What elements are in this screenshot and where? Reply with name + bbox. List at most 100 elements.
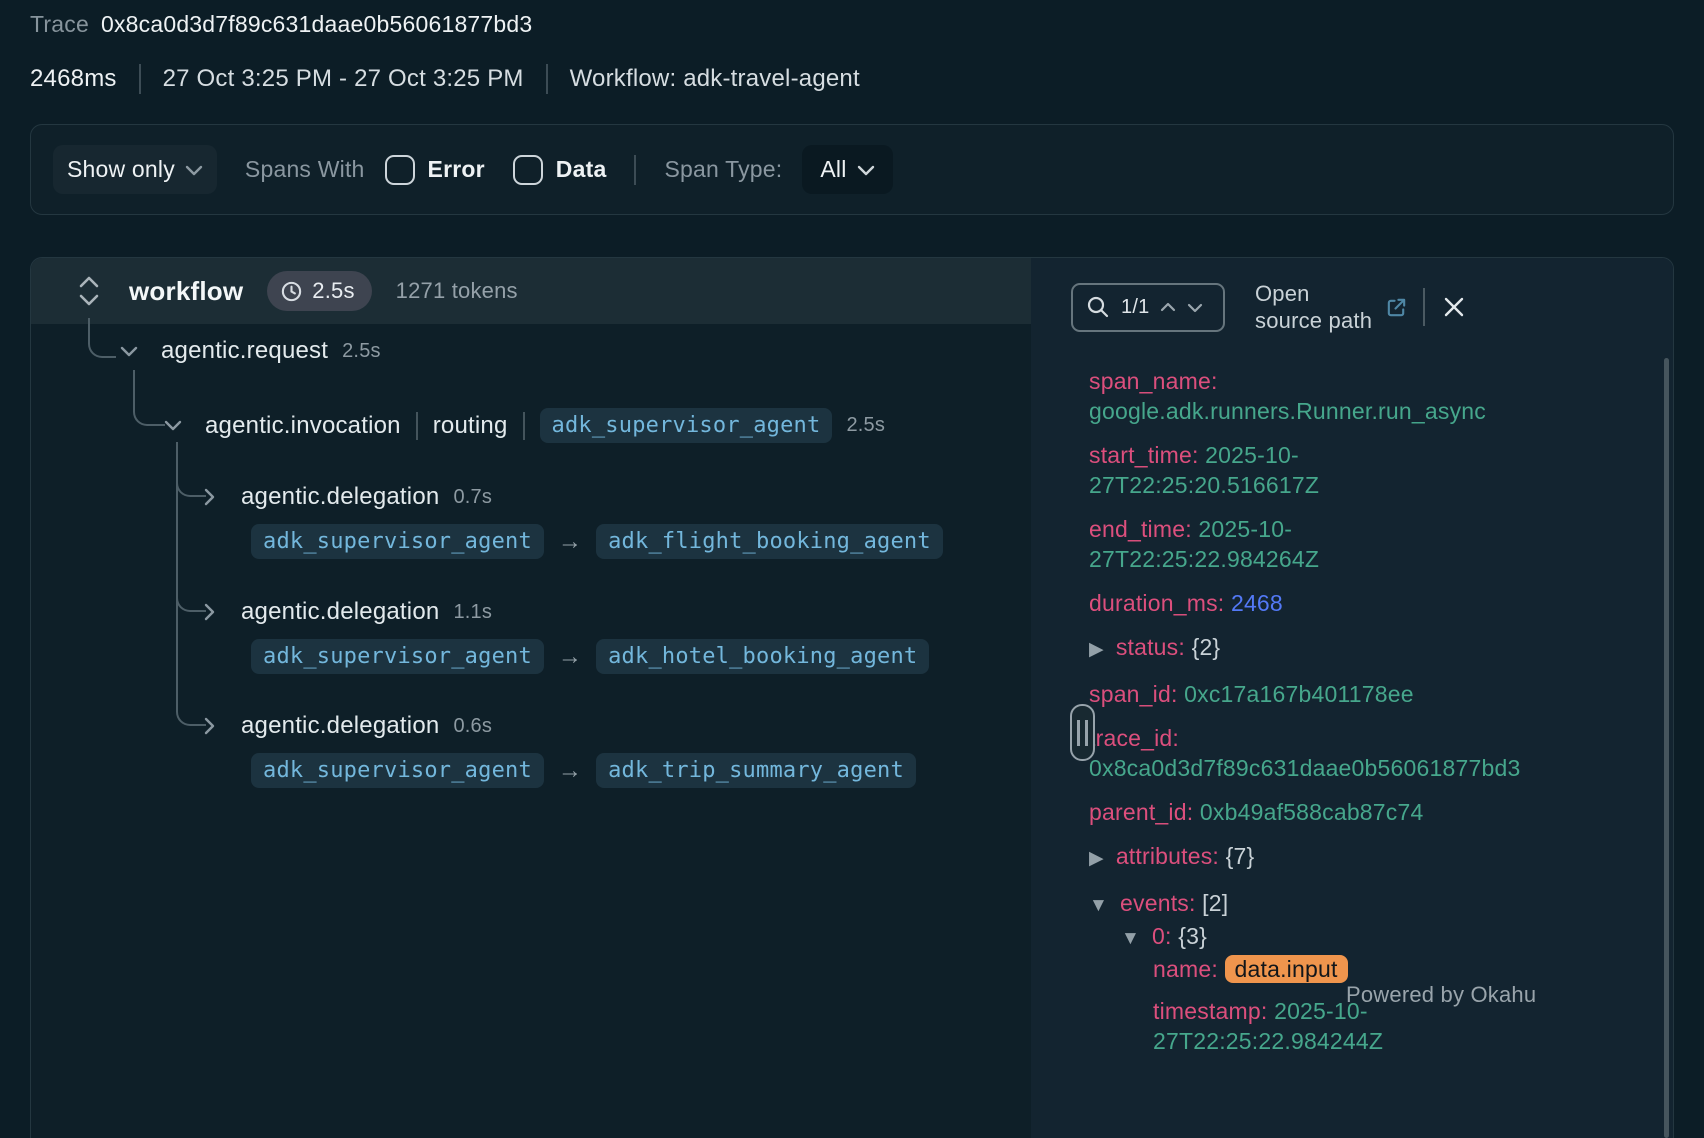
- attr-value: 0xc17a167b401178ee: [1184, 681, 1414, 707]
- span-tag: routing: [433, 412, 508, 440]
- data-checkbox-label[interactable]: Data: [556, 156, 607, 183]
- trace-meta: 2468ms 27 Oct 3:25 PM - 27 Oct 3:25 PM W…: [30, 64, 860, 94]
- attr-key: attributes:: [1116, 843, 1219, 869]
- chevron-right-icon[interactable]: [203, 487, 216, 507]
- chevron-down-icon: [857, 164, 875, 176]
- clock-icon: [280, 280, 303, 303]
- trace-viewer-page: Trace 0x8ca0d3d7f89c631daae0b56061877bd3…: [0, 0, 1704, 1138]
- span-tree-pane: workflow 2.5s 1271 tokens: [31, 258, 1031, 1138]
- attr-value: [2]: [1202, 890, 1228, 916]
- chevron-down-icon[interactable]: [1187, 302, 1203, 313]
- trace-id-value: 0x8ca0d3d7f89c631daae0b56061877bd3: [101, 11, 532, 38]
- chevron-right-icon[interactable]: [203, 602, 216, 622]
- workflow-title: workflow: [129, 276, 243, 307]
- agent-badge[interactable]: adk_supervisor_agent: [251, 753, 544, 788]
- agent-badge[interactable]: adk_flight_booking_agent: [596, 524, 943, 559]
- open-source-path-label[interactable]: Open source path: [1255, 280, 1377, 334]
- arrow-right-icon: →: [558, 643, 582, 671]
- span-row-agentic-invocation[interactable]: agentic.invocation routing adk_superviso…: [163, 408, 885, 443]
- chevron-down-icon: [185, 164, 203, 176]
- attr-value: 0x8ca0d3d7f89c631daae0b56061877bd3: [1089, 755, 1520, 781]
- attr-event-0: ▼ 0: {3}: [1089, 921, 1673, 954]
- attr-value: {7}: [1226, 843, 1255, 869]
- data-checkbox[interactable]: [513, 155, 543, 185]
- collapsed-triangle-icon[interactable]: ▶: [1089, 639, 1104, 660]
- span-name: agentic.delegation: [241, 483, 439, 511]
- chevron-down-icon[interactable]: [163, 419, 183, 432]
- trace-workflow: Workflow: adk-travel-agent: [570, 65, 860, 93]
- span-attributes: span_name: google.adk.runners.Runner.run…: [1089, 366, 1673, 1070]
- divider: [1423, 288, 1425, 326]
- powered-by-watermark: Powered by Okahu: [1346, 982, 1536, 1008]
- expanded-triangle-icon[interactable]: ▼: [1089, 895, 1108, 916]
- divider: [139, 64, 141, 94]
- show-only-dropdown[interactable]: Show only: [53, 145, 217, 194]
- agent-badge[interactable]: adk_trip_summary_agent: [596, 753, 916, 788]
- attr-span-id: span_id: 0xc17a167b401178ee: [1089, 679, 1673, 709]
- agent-badge[interactable]: adk_supervisor_agent: [540, 408, 833, 443]
- agent-badge[interactable]: adk_supervisor_agent: [251, 524, 544, 559]
- workflow-tokens: 1271 tokens: [396, 278, 518, 304]
- trace-label: Trace: [30, 11, 89, 38]
- error-checkbox[interactable]: [385, 155, 415, 185]
- span-tree: agentic.request 2.5s agentic.invocation …: [31, 324, 1031, 1138]
- attr-start-time: start_time: 2025-10- 27T22:25:20.516617Z: [1089, 440, 1673, 500]
- expanded-triangle-icon[interactable]: ▼: [1121, 928, 1140, 949]
- trace-time-range: 27 Oct 3:25 PM - 27 Oct 3:25 PM: [163, 65, 524, 93]
- agent-badge[interactable]: adk_hotel_booking_agent: [596, 639, 929, 674]
- attr-key: events:: [1120, 890, 1196, 916]
- delegation-agents: adk_supervisor_agent → adk_hotel_booking…: [251, 639, 929, 674]
- attr-value: 0xb49af588cab87c74: [1200, 799, 1424, 825]
- attr-key: start_time:: [1089, 442, 1199, 468]
- delegation-agents: adk_supervisor_agent → adk_flight_bookin…: [251, 524, 943, 559]
- arrow-right-icon: →: [558, 757, 582, 785]
- details-header: 1/1 Open source path: [1071, 280, 1466, 334]
- attr-value: 2025-10-: [1198, 516, 1292, 542]
- error-checkbox-label[interactable]: Error: [428, 156, 485, 183]
- attr-events: ▼ events: [2]: [1089, 888, 1673, 921]
- span-name: agentic.delegation: [241, 712, 439, 740]
- chevron-right-icon[interactable]: [203, 716, 216, 736]
- chevron-up-icon[interactable]: [1160, 302, 1176, 313]
- tree-connector: [88, 318, 116, 358]
- attr-value: {2}: [1192, 634, 1221, 660]
- trace-header: Trace 0x8ca0d3d7f89c631daae0b56061877bd3: [30, 11, 532, 38]
- external-link-icon[interactable]: [1385, 296, 1408, 319]
- scrollbar[interactable]: [1664, 358, 1669, 1138]
- attr-key: name:: [1153, 956, 1218, 982]
- attr-value: 27T22:25:22.984244Z: [1153, 1028, 1383, 1054]
- attr-key: end_time:: [1089, 516, 1192, 542]
- attr-value: {3}: [1178, 923, 1207, 949]
- spans-with-label: Spans With: [245, 156, 365, 183]
- collapsed-triangle-icon[interactable]: ▶: [1089, 848, 1104, 869]
- span-row-agentic-delegation[interactable]: agentic.delegation 0.7s: [203, 483, 492, 511]
- panel-resize-handle[interactable]: [1070, 704, 1095, 761]
- workflow-duration-pill: 2.5s: [267, 271, 371, 311]
- agent-badge[interactable]: adk_supervisor_agent: [251, 639, 544, 674]
- attr-duration-ms: duration_ms: 2468: [1089, 588, 1673, 618]
- attr-key: timestamp:: [1153, 998, 1267, 1024]
- span-name: agentic.invocation: [205, 412, 401, 440]
- attr-key: 0:: [1152, 923, 1172, 949]
- span-row-agentic-delegation[interactable]: agentic.delegation 0.6s: [203, 712, 492, 740]
- attr-span-name: span_name: google.adk.runners.Runner.run…: [1089, 366, 1673, 426]
- attr-key: duration_ms:: [1089, 590, 1224, 616]
- arrow-right-icon: →: [558, 528, 582, 556]
- expand-collapse-icon[interactable]: [77, 275, 101, 307]
- attr-trace-id: trace_id: 0x8ca0d3d7f89c631daae0b5606187…: [1089, 723, 1673, 783]
- attr-value: 27T22:25:20.516617Z: [1089, 472, 1319, 498]
- span-type-dropdown[interactable]: All: [802, 145, 892, 194]
- attr-parent-id: parent_id: 0xb49af588cab87c74: [1089, 797, 1673, 827]
- event-name-badge: data.input: [1225, 955, 1348, 983]
- span-row-agentic-delegation[interactable]: agentic.delegation 1.1s: [203, 598, 492, 626]
- chevron-down-icon[interactable]: [119, 345, 139, 358]
- divider: [546, 64, 548, 94]
- span-name: agentic.delegation: [241, 598, 439, 626]
- span-row-agentic-request[interactable]: agentic.request 2.5s: [119, 337, 381, 365]
- search-input[interactable]: 1/1: [1071, 283, 1225, 332]
- divider: [634, 155, 636, 185]
- search-icon: [1086, 295, 1110, 319]
- close-icon[interactable]: [1442, 295, 1466, 319]
- divider: [416, 412, 418, 440]
- attr-key: parent_id:: [1089, 799, 1193, 825]
